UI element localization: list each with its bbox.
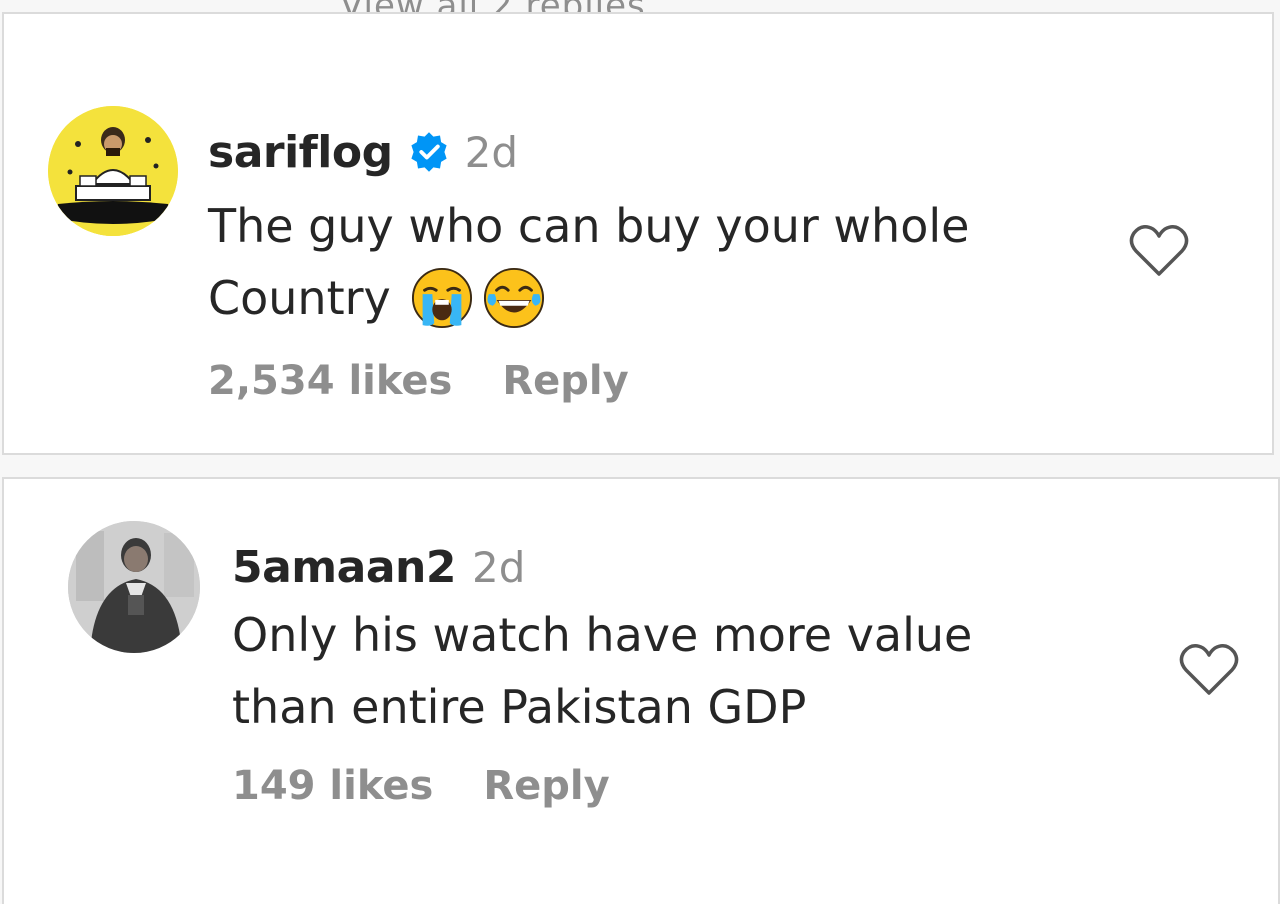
comment-card: 5amaan2 2d Only his watch have more valu… [2, 477, 1280, 904]
comment-body: The guy who can buy your whole Country [208, 190, 969, 334]
comment-actions: 149 likes Reply [232, 763, 610, 809]
likes-count[interactable]: 149 likes [232, 763, 433, 809]
timestamp: 2d [471, 542, 526, 592]
avatar[interactable] [68, 521, 200, 653]
comment-line: than entire Pakistan GDP [232, 680, 807, 734]
comment-body: Only his watch have more value than enti… [232, 599, 972, 743]
avatar[interactable] [48, 106, 178, 236]
avatar-image [68, 521, 200, 653]
reply-button[interactable]: Reply [502, 358, 628, 404]
loudly-crying-face-icon [411, 267, 472, 328]
comment-header: sariflog 2d [208, 120, 518, 184]
avatar-image [48, 106, 178, 236]
username[interactable]: 5amaan2 [232, 542, 456, 593]
comment-line: Country [208, 271, 391, 325]
comment-actions: 2,534 likes Reply [208, 358, 629, 404]
emoji-group [411, 267, 545, 329]
comment-card: sariflog 2d The guy who can buy your who… [2, 12, 1274, 455]
username[interactable]: sariflog [208, 127, 393, 178]
timestamp: 2d [464, 127, 519, 177]
comments-panel: View all 2 replies sariflog [0, 0, 1280, 904]
heart-icon[interactable] [1126, 220, 1192, 280]
comment-line-with-emoji: Country [208, 262, 969, 334]
face-with-tears-of-joy-icon [483, 267, 544, 328]
heart-icon[interactable] [1176, 639, 1242, 699]
comment-line: The guy who can buy your whole [208, 199, 970, 253]
comment-header: 5amaan2 2d [232, 535, 525, 599]
comment-line: Only his watch have more value [232, 608, 973, 662]
reply-button[interactable]: Reply [483, 763, 609, 809]
verified-badge-icon [411, 132, 447, 172]
likes-count[interactable]: 2,534 likes [208, 358, 452, 404]
